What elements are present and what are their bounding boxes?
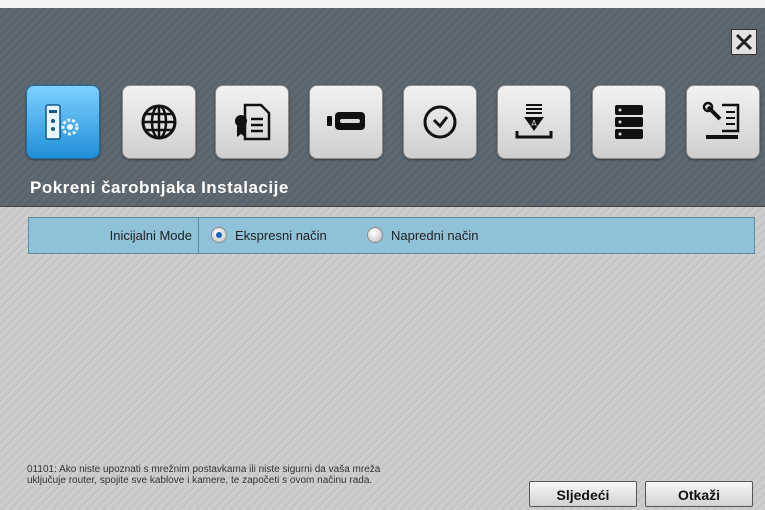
svg-text:A: A <box>531 119 537 128</box>
tab-certificate[interactable] <box>215 85 289 159</box>
camera-recorder-icon <box>327 112 365 130</box>
help-note: 01101: Ako niste upoznati s mrežnim post… <box>27 464 381 486</box>
download-install-icon: A <box>515 104 553 139</box>
page-title: Pokreni čarobnjaka Instalacije <box>30 178 289 197</box>
globe-icon <box>141 104 177 140</box>
certificate-icon <box>235 103 271 141</box>
cancel-button[interactable]: Otkaži <box>645 481 753 507</box>
tab-storage[interactable] <box>592 85 666 159</box>
express-mode-label[interactable]: Ekspresni način <box>235 218 327 253</box>
express-mode-radio[interactable] <box>211 227 227 243</box>
close-icon <box>735 33 753 51</box>
tab-setup-wizard[interactable] <box>26 85 100 159</box>
clock-icon <box>423 105 457 139</box>
tools-icon <box>702 101 740 139</box>
setup-wizard-icon <box>45 104 79 140</box>
tab-time[interactable] <box>403 85 477 159</box>
tab-network[interactable] <box>122 85 196 159</box>
tab-device[interactable] <box>309 85 383 159</box>
tab-install[interactable]: A <box>497 85 571 159</box>
tab-tools[interactable] <box>686 85 760 159</box>
advanced-mode-label[interactable]: Napredni način <box>391 218 478 253</box>
setup-wizard-dialog: A Pokreni čarobnjaka Instalacije Inicija… <box>0 0 765 510</box>
mode-label: Inicijalni Mode <box>29 218 199 253</box>
next-button[interactable]: Sljedeći <box>529 481 637 507</box>
dialog-header: A Pokreni čarobnjaka Instalacije <box>0 8 765 207</box>
storage-server-icon <box>615 105 643 139</box>
initial-mode-row: Inicijalni Mode Ekspresni način Napredni… <box>28 217 755 254</box>
advanced-mode-radio[interactable] <box>367 227 383 243</box>
close-button[interactable] <box>731 29 757 55</box>
